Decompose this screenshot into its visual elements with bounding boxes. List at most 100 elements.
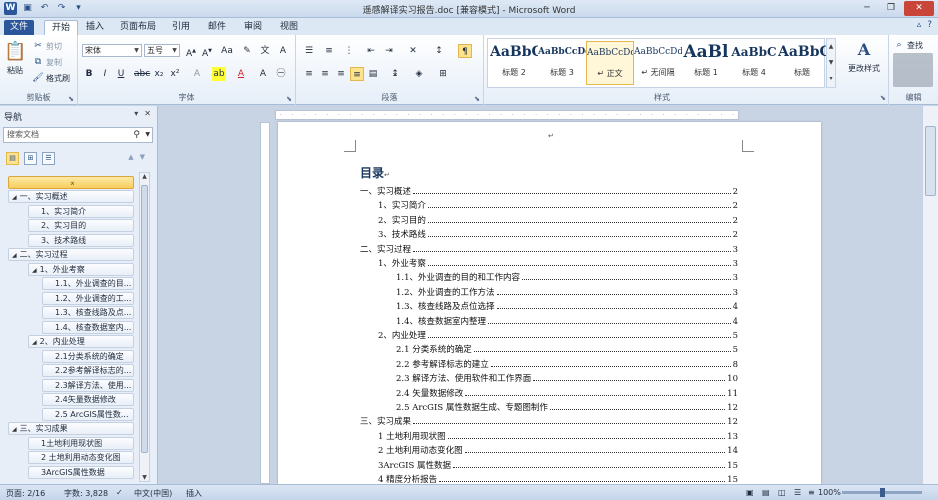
nav-heading-item[interactable]: 3、技术路线 (28, 233, 134, 247)
document-scroll-thumb[interactable] (925, 126, 936, 196)
nav-heading-item[interactable]: 2.1分类系统的确定 (42, 349, 134, 363)
page-count[interactable]: 页面: 2/16 (6, 488, 45, 499)
phonetic-guide-button[interactable]: 文 (258, 44, 272, 58)
toc-entry[interactable]: 1、实习简介 2 (378, 200, 738, 212)
nav-close-icon[interactable]: ✕ (144, 109, 151, 118)
character-shading-button[interactable]: A (256, 67, 270, 81)
word-count[interactable]: 字数: 3,828 (64, 488, 108, 499)
cut-button[interactable]: ✂ 剪切 (32, 40, 62, 52)
shrink-font-button[interactable]: A▼ (200, 44, 214, 59)
increase-indent-button[interactable]: ⇥ (382, 44, 396, 58)
toc-entry[interactable]: 一、实习概述 2 (360, 186, 738, 198)
find-button[interactable]: ⌕ 查找 (893, 39, 923, 51)
toc-entry[interactable]: 2 土地利用动态变化图 14 (378, 445, 738, 457)
nav-heading-item[interactable]: 3ArcGIS属性数据 (28, 465, 134, 479)
toc-entry[interactable]: 1.1、外业调查的目的和工作内容 3 (396, 272, 738, 284)
nav-scroll-thumb[interactable] (141, 185, 148, 453)
justify-button[interactable]: ≡ (350, 67, 364, 81)
toc-entry[interactable]: 1、外业考察 3 (378, 258, 738, 270)
style-heading-2[interactable]: AaBbC 标题 2 (490, 41, 538, 85)
nav-heading-item[interactable]: 1.3、核查线路及点... (42, 306, 134, 319)
strikethrough-button[interactable]: abc (134, 67, 150, 81)
toc-entry[interactable]: 1.3、核查线路及点位选择 4 (396, 301, 738, 313)
chevron-down-icon[interactable]: ▼ (145, 128, 150, 142)
help-icon[interactable]: ? (927, 20, 932, 30)
next-heading-icon[interactable]: ▼ (140, 153, 145, 161)
nav-heading-item[interactable]: ◢ 2、内业处理 (28, 335, 134, 348)
toc-entry[interactable]: 2.5 ArcGIS 属性数据生成、专题图制作 12 (396, 402, 738, 414)
nav-options-icon[interactable]: ▾ (134, 109, 138, 118)
tab-review[interactable]: 审阅 (240, 20, 266, 35)
nav-heading-item[interactable]: 2.4矢量数据修改 (42, 393, 134, 406)
nav-heading-item[interactable]: ◢ 1、外业考察 (28, 262, 134, 276)
toc-entry[interactable]: 2.2 参考解译标志的建立 8 (396, 359, 738, 371)
insert-mode-indicator[interactable]: 插入 (186, 488, 202, 499)
style-heading-4[interactable]: AaBbC 标题 4 (730, 41, 778, 85)
nav-heading-item[interactable]: 2.3解译方法、使用... (42, 378, 134, 392)
center-button[interactable]: ≡ (318, 67, 332, 81)
collapse-triangle-icon[interactable]: ◢ (12, 426, 17, 433)
clear-formatting-button[interactable]: ✎ (240, 44, 254, 58)
font-size-combo[interactable]: 五号 ▼ (144, 44, 180, 57)
nav-heading-item[interactable]: 1.4、核查数据室内... (42, 320, 134, 334)
toc-entry[interactable]: 三、实习成果 12 (360, 416, 738, 428)
tab-file[interactable]: 文件 (4, 20, 34, 35)
close-button[interactable]: ✕ (904, 1, 934, 16)
bold-button[interactable]: B (82, 67, 96, 81)
style-no-spacing[interactable]: AaBbCcDd ↵ 无间隔 (634, 41, 682, 85)
nav-heading-item[interactable]: 1.2、外业调查的工... (42, 291, 134, 305)
nav-heading-item[interactable]: ◢ 二、实习过程 (8, 248, 134, 261)
tab-view[interactable]: 视图 (276, 20, 302, 35)
collapse-triangle-icon[interactable]: ◢ (12, 252, 17, 259)
highlight-button[interactable]: ab (212, 67, 226, 81)
nav-heading-item[interactable]: 2 土地利用动态变化图 (28, 451, 134, 464)
toc-entry[interactable]: 2.3 解译方法、使用软件和工作界面 10 (396, 373, 738, 385)
toc-entry[interactable]: 3ArcGIS 属性数据 15 (378, 460, 738, 472)
maximize-button[interactable]: ❐ (880, 1, 902, 16)
view-draft-icon[interactable]: ≡ (808, 488, 815, 497)
vertical-ruler[interactable] (260, 122, 270, 484)
nav-heading-item[interactable]: 1.1、外业调查的目... (42, 277, 134, 290)
toc-entry[interactable]: 1.2、外业调查的工作方法 3 (396, 287, 738, 299)
document-page[interactable]: ↵ 目录↵ 一、实习概述 2 1、实习简介 2 2、实习目的 2 3、技术路线 2 二、实习过程… (278, 122, 821, 484)
tab-home[interactable]: 开始 (44, 20, 78, 35)
font-launcher-icon[interactable]: ⬊ (286, 95, 292, 103)
minimize-button[interactable]: ─ (856, 1, 878, 16)
multilevel-list-button[interactable]: ⋮ (342, 44, 356, 58)
format-painter-button[interactable]: 🖌 格式刷 (32, 72, 70, 84)
toc-entry[interactable]: 3、技术路线 2 (378, 229, 738, 241)
sort-button[interactable]: ↕ (432, 44, 446, 58)
proofing-icon[interactable]: ✓ (116, 488, 123, 497)
font-name-combo[interactable]: 宋体 ▼ (82, 44, 142, 57)
tree-collapse-top[interactable]: ⌅ (8, 176, 134, 189)
styles-gallery-scroll[interactable]: ▲ ▼ ▾ (826, 38, 836, 88)
toc-entry[interactable]: 4 精度分析报告 15 (378, 474, 738, 484)
nav-heading-item[interactable]: 2.5 ArcGIS属性数... (42, 407, 134, 421)
borders-button[interactable]: ⊞ (436, 67, 450, 81)
zoom-slider[interactable] (842, 488, 922, 497)
view-outline-icon[interactable]: ☰ (794, 488, 801, 497)
underline-button[interactable]: U (114, 67, 128, 81)
view-print-layout-icon[interactable]: ▣ (746, 488, 754, 497)
italic-button[interactable]: I (98, 67, 112, 81)
search-icon[interactable]: ⚲ (133, 128, 140, 142)
document-scrollbar[interactable] (922, 106, 938, 484)
style-normal[interactable]: AaBbCcDd ↵ 正文 (586, 41, 634, 85)
nav-heading-item[interactable]: 2.2参考解译标志的... (42, 364, 134, 377)
nav-heading-item[interactable]: 1、实习简介 (28, 204, 134, 218)
bullets-button[interactable]: ☰ (302, 44, 316, 58)
toc-entry[interactable]: 2、实习目的 2 (378, 215, 738, 227)
show-marks-button[interactable]: ¶ (458, 44, 472, 58)
subscript-button[interactable]: x₂ (152, 67, 166, 81)
superscript-button[interactable]: x² (168, 67, 182, 81)
copy-button[interactable]: ⧉ 复制 (32, 56, 62, 68)
view-full-screen-icon[interactable]: ▤ (762, 488, 770, 497)
numbering-button[interactable]: ≡ (322, 44, 336, 58)
style-heading-3[interactable]: AaBbCcDd标题 3 (538, 41, 586, 85)
style-title[interactable]: AaBbC 标题 (778, 41, 826, 85)
tab-references[interactable]: 引用 (168, 20, 194, 35)
browse-results-icon[interactable]: ☰ (42, 152, 55, 165)
nav-heading-item[interactable]: ◢ 三、实习成果 (8, 422, 134, 435)
browse-pages-icon[interactable]: ⊞ (24, 152, 37, 165)
change-case-button[interactable]: Aa (220, 44, 234, 58)
